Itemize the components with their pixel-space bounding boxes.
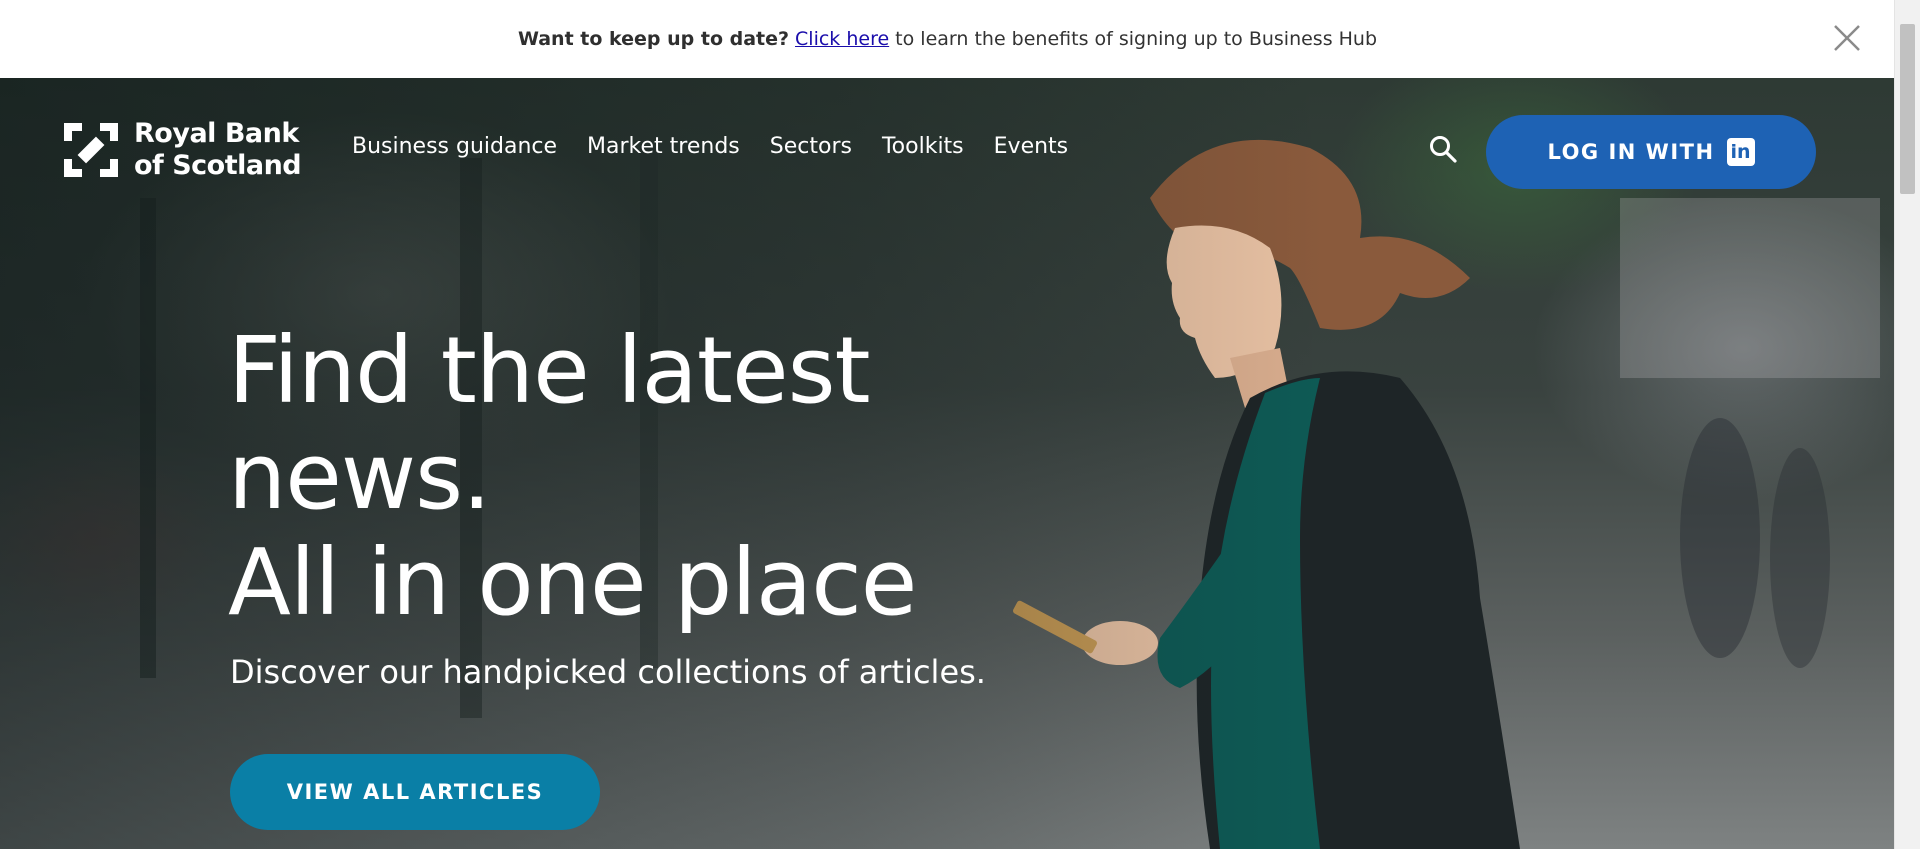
rbs-logo[interactable]: Royal Bank of Scotland: [60, 118, 302, 182]
search-icon[interactable]: [1428, 134, 1458, 164]
nav-market-trends[interactable]: Market trends: [587, 134, 740, 159]
main-nav: Business guidance Market trends Sectors …: [352, 134, 1068, 159]
banner-click-here-link[interactable]: Click here: [795, 28, 889, 50]
headline-line-1: Find the latest: [228, 317, 871, 424]
nav-sectors[interactable]: Sectors: [770, 134, 852, 159]
nav-toolkits[interactable]: Toolkits: [882, 134, 964, 159]
logo-line-2: of Scotland: [134, 150, 302, 181]
hero-headline: Find the latest news. All in one place: [228, 317, 917, 636]
view-all-articles-button[interactable]: VIEW ALL ARTICLES: [230, 754, 600, 830]
page-scrollbar[interactable]: [1894, 0, 1920, 849]
hero-section: Royal Bank of Scotland Business guidance…: [0, 78, 1895, 849]
headline-line-3: All in one place: [228, 529, 917, 636]
nav-events[interactable]: Events: [994, 134, 1069, 159]
banner-rest-text: to learn the benefits of signing up to B…: [895, 28, 1378, 50]
logo-wordmark: Royal Bank of Scotland: [134, 118, 302, 182]
banner-lead-text: Want to keep up to date?: [517, 28, 790, 50]
announcement-banner: Want to keep up to date? Click here to l…: [0, 0, 1895, 78]
login-button-label: LOG IN WITH: [1547, 140, 1715, 164]
rbs-daisy-icon: [64, 123, 118, 177]
headline-line-2: news.: [228, 423, 491, 530]
logo-line-1: Royal Bank: [134, 118, 299, 149]
scrollbar-thumb[interactable]: [1900, 24, 1915, 194]
login-with-linkedin-button[interactable]: LOG IN WITH in: [1486, 115, 1816, 189]
hero-subheading: Discover our handpicked collections of a…: [230, 653, 986, 691]
close-icon[interactable]: [1829, 20, 1865, 56]
linkedin-icon: in: [1726, 138, 1755, 166]
nav-business-guidance[interactable]: Business guidance: [352, 134, 557, 159]
